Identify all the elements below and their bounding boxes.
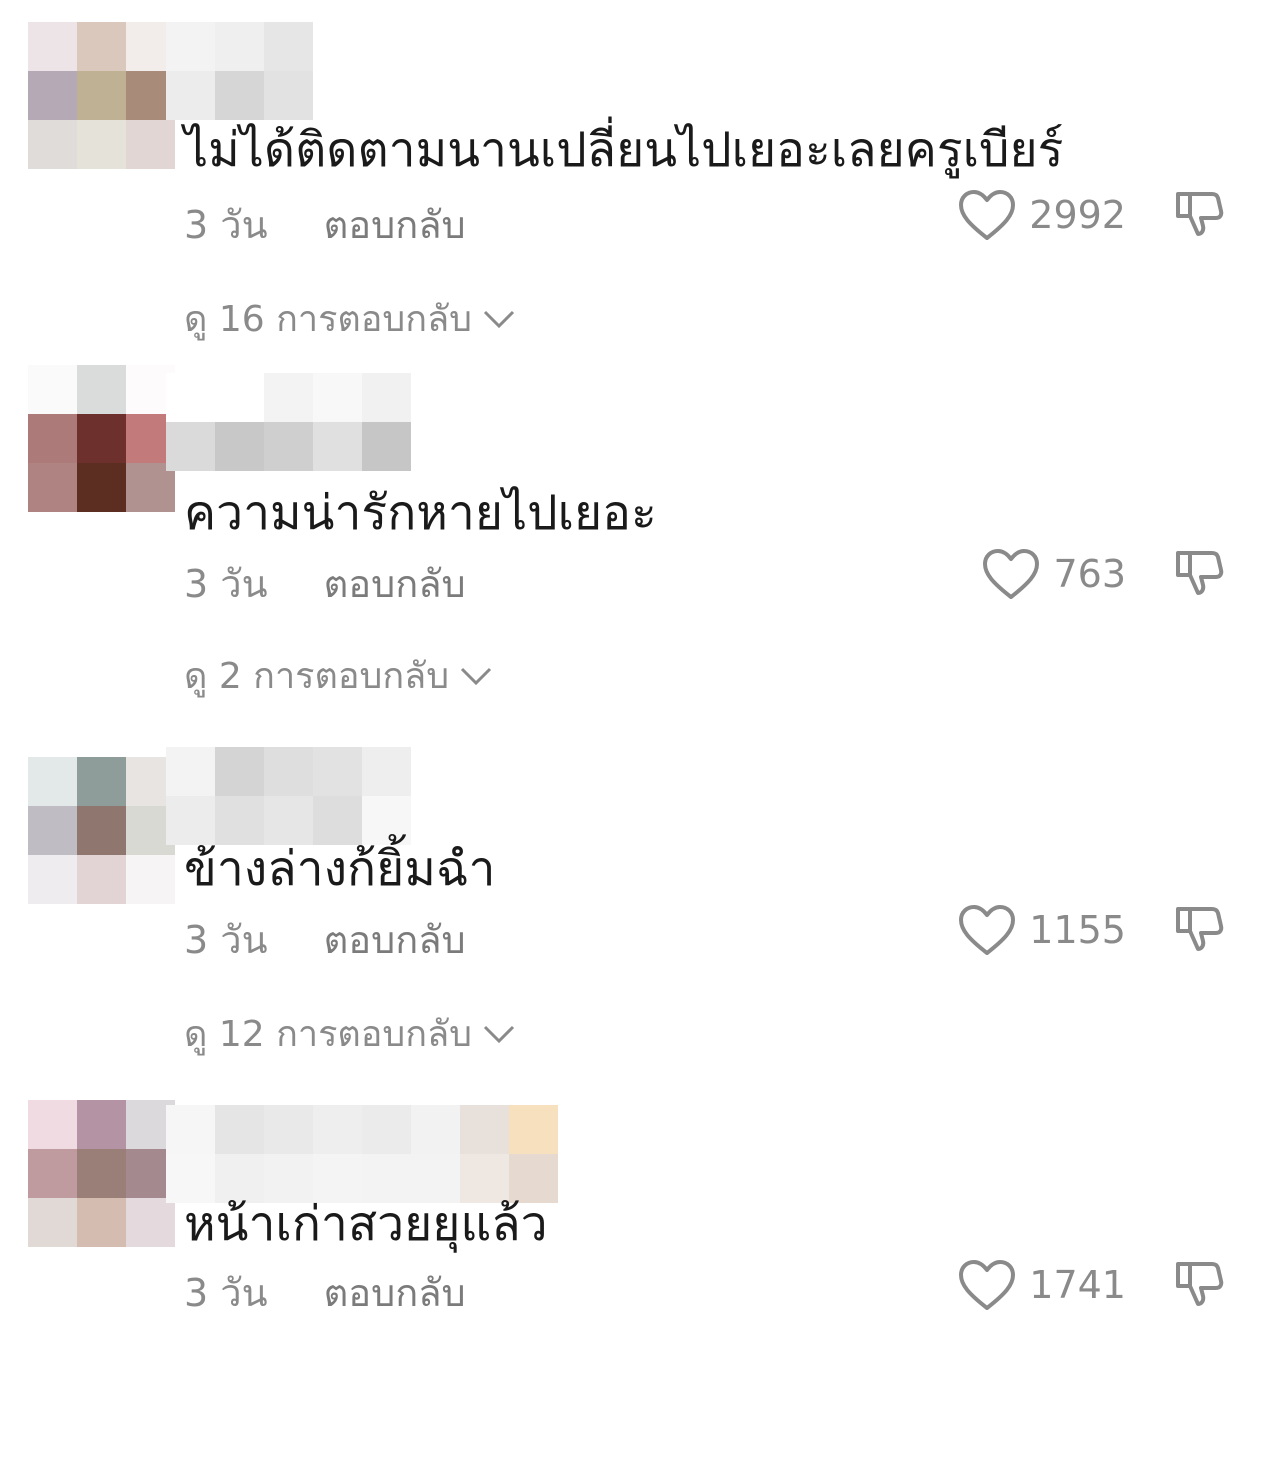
reply-button[interactable]: ตอบกลับ xyxy=(324,1271,466,1315)
heart-icon xyxy=(983,549,1040,599)
username-blurred[interactable] xyxy=(166,373,411,471)
like-button[interactable]: 1155 xyxy=(957,903,1126,957)
comment-meta: 3 วัน ตอบกลับ xyxy=(184,194,466,255)
avatar[interactable] xyxy=(28,22,175,169)
reply-button[interactable]: ตอบกลับ xyxy=(324,918,466,962)
view-replies-button[interactable]: ดู 2 การตอบกลับ xyxy=(184,647,493,704)
heart-icon xyxy=(959,1260,1016,1310)
like-count: 2992 xyxy=(1029,193,1126,237)
reply-button[interactable]: ตอบกลับ xyxy=(324,562,466,606)
comment-text: หน้าเก่าสวยยุแล้ว xyxy=(184,1196,548,1252)
thumbs-down-icon[interactable] xyxy=(1172,1256,1228,1312)
view-replies-label: ดู 12 การตอบกลับ xyxy=(184,1014,472,1055)
avatar[interactable] xyxy=(28,757,175,904)
comment-time: 3 วัน xyxy=(184,203,268,247)
comment-meta: 3 วัน ตอบกลับ xyxy=(184,1262,466,1323)
avatar[interactable] xyxy=(28,365,175,512)
like-count: 1155 xyxy=(1029,908,1126,952)
chevron-down-icon xyxy=(483,1025,515,1043)
comment-text: ไม่ได้ติดตามนานเปลี่ยนไปเยอะเลยครูเบียร์ xyxy=(184,122,1064,178)
comment-item: ความน่ารักหายไปเยอะ 3 วัน ตอบกลับ 763 ดู … xyxy=(0,365,1280,725)
view-replies-button[interactable]: ดู 16 การตอบกลับ xyxy=(184,290,516,347)
comment-text: ข้างล่างก้ยิ้มฉำ xyxy=(184,841,496,897)
comment-time: 3 วัน xyxy=(184,918,268,962)
reply-button[interactable]: ตอบกลับ xyxy=(324,203,466,247)
like-count: 763 xyxy=(1053,552,1126,596)
comment-item: หน้าเก่าสวยยุแล้ว 3 วัน ตอบกลับ 1741 xyxy=(0,1100,1280,1460)
thumbs-down-icon[interactable] xyxy=(1172,545,1228,601)
like-button[interactable]: 763 xyxy=(981,547,1126,601)
thumbs-down-icon[interactable] xyxy=(1172,186,1228,242)
thumbs-down-icon[interactable] xyxy=(1172,901,1228,957)
like-button[interactable]: 1741 xyxy=(957,1258,1126,1312)
heart-icon xyxy=(959,190,1016,240)
chevron-down-icon xyxy=(461,667,492,685)
comment-time: 3 วัน xyxy=(184,562,268,606)
comment-item: ไม่ได้ติดตามนานเปลี่ยนไปเยอะเลยครูเบียร์… xyxy=(0,22,1280,382)
username-blurred[interactable] xyxy=(166,22,313,120)
chevron-down-icon xyxy=(483,310,515,328)
comment-item: ข้างล่างก้ยิ้มฉำ 3 วัน ตอบกลับ 1155 ดู 12… xyxy=(0,747,1280,1117)
view-replies-button[interactable]: ดู 12 การตอบกลับ xyxy=(184,1005,516,1062)
avatar[interactable] xyxy=(28,1100,175,1247)
comment-meta: 3 วัน ตอบกลับ xyxy=(184,909,466,970)
comment-text: ความน่ารักหายไปเยอะ xyxy=(184,485,657,541)
view-replies-label: ดู 16 การตอบกลับ xyxy=(184,299,472,340)
heart-icon xyxy=(959,905,1016,955)
like-count: 1741 xyxy=(1029,1263,1126,1307)
like-button[interactable]: 2992 xyxy=(957,188,1126,242)
view-replies-label: ดู 2 การตอบกลับ xyxy=(184,656,450,697)
comment-meta: 3 วัน ตอบกลับ xyxy=(184,553,466,614)
comment-time: 3 วัน xyxy=(184,1271,268,1315)
